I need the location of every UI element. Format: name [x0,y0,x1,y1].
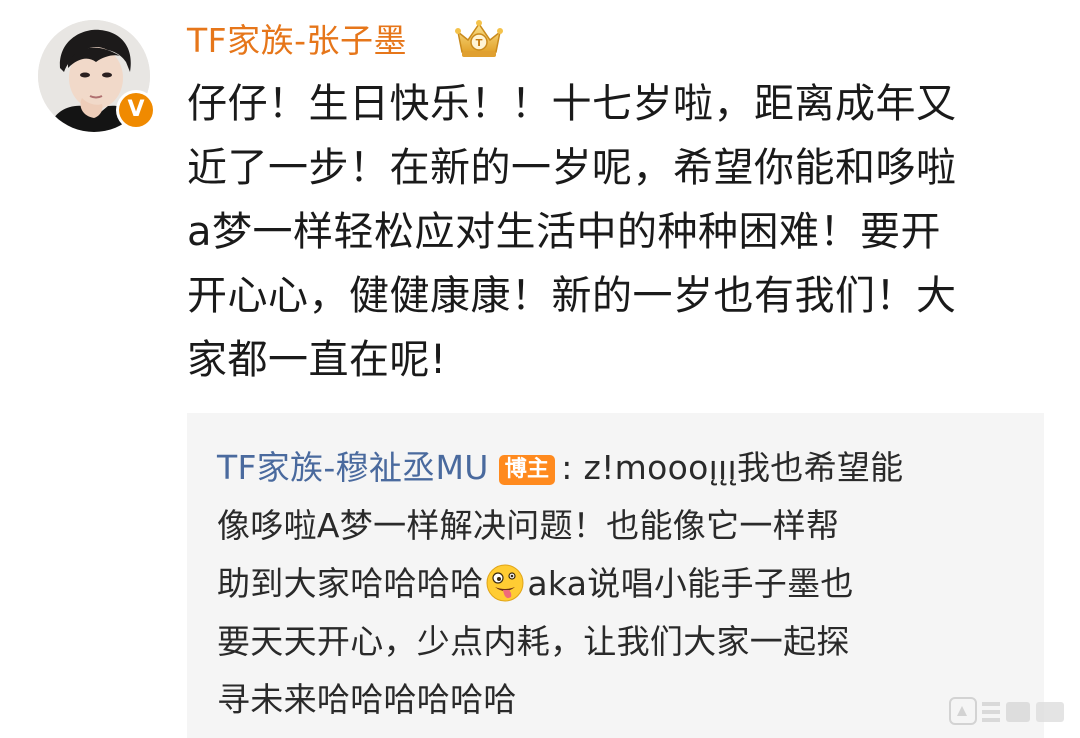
reply-line: 要天天开心，少点内耗，让我们大家一起探 [217,622,850,661]
post-text-line: 近了一步！在新的一岁呢，希望你能和哆啦 [187,145,957,191]
post-text-line: 家都一直在呢! [187,337,447,383]
post-text-line: 仔仔！生日快乐！！十七岁啦，距离成年又 [187,81,957,127]
crown-fan-badge-icon[interactable]: T [452,18,506,62]
author-badge: 博主 [498,455,556,485]
reply-text-segment: : z!moooı̨ı̨ı̨我也希望能 [561,448,904,487]
verified-badge-label: V [119,93,153,127]
quoted-reply[interactable]: TF家族-穆祉丞MU 博主: z!moooı̨ı̨ı̨我也希望能 像哆啦A梦一样解… [187,413,1044,738]
zany-face-emoji-icon [485,563,525,603]
reply-line: 助到大家哈哈哈哈 aka说唱小能手子墨也 [217,555,903,613]
watermark-logo-icon [948,694,1068,728]
post-text-line: a梦一样轻松应对生活中的种种困难！要开 [187,209,942,255]
reply-line: TF家族-穆祉丞MU 博主: z!moooı̨ı̨ı̨我也希望能 [217,439,903,497]
quoted-reply-text: TF家族-穆祉丞MU 博主: z!moooı̨ı̨ı̨我也希望能 像哆啦A梦一样解… [217,439,903,729]
reply-text-segment: aka说唱小能手子墨也 [527,564,854,603]
post-username[interactable]: TF家族-张子墨 [187,16,407,66]
avatar-container[interactable]: V [38,20,156,132]
reply-line: 寻未来哈哈哈哈哈哈 [217,680,517,719]
post-text-line: 开心心，健健康康！新的一岁也有我们！大 [187,273,957,319]
svg-text:T: T [476,38,483,49]
reply-username[interactable]: TF家族-穆祉丞MU [217,448,489,487]
verified-badge-icon: V [116,90,156,130]
reply-line: 像哆啦A梦一样解决问题！也能像它一样帮 [217,506,840,545]
reply-text-segment: 助到大家哈哈哈哈 [217,564,484,603]
post-body: 仔仔！生日快乐！！十七岁啦，距离成年又 近了一步！在新的一岁呢，希望你能和哆啦 … [187,72,1047,392]
